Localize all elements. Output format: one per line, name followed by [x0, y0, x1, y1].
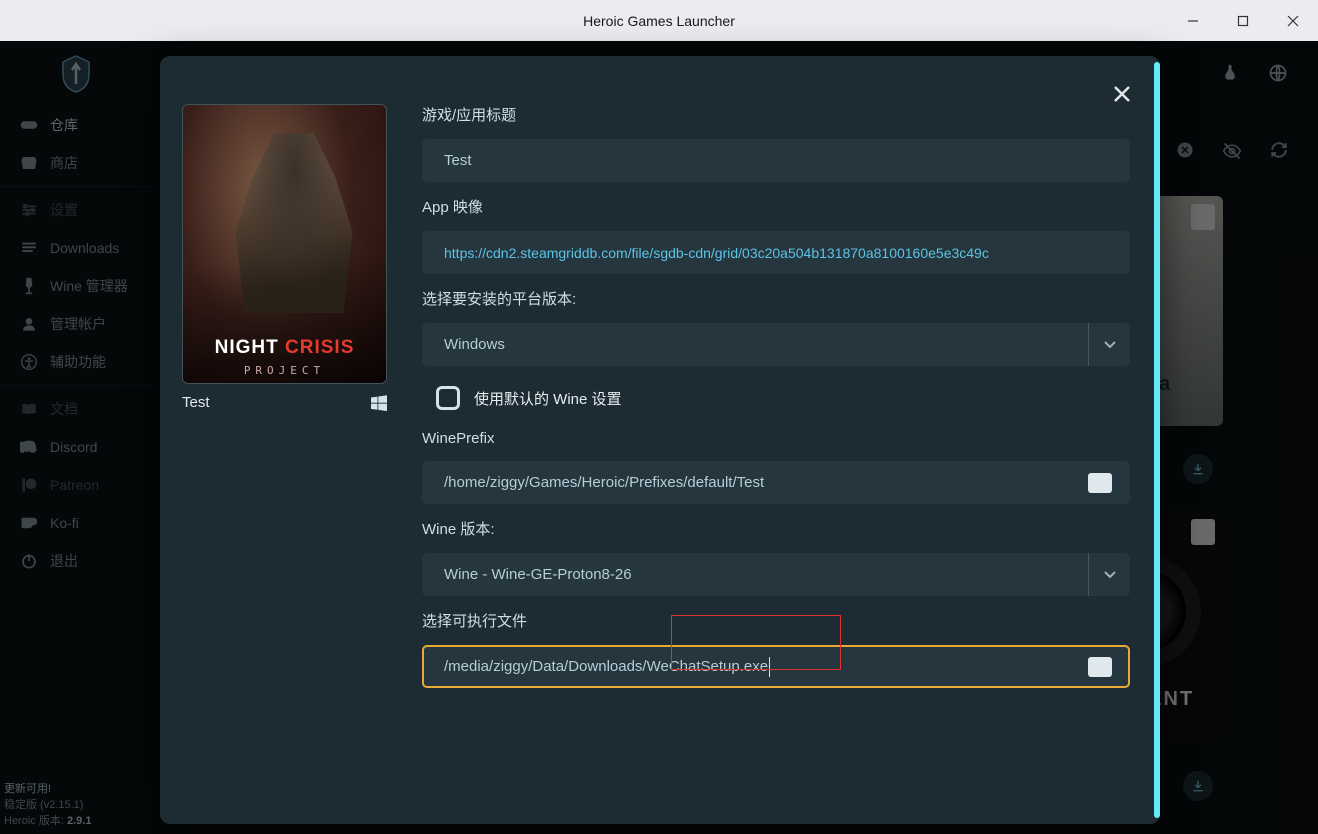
checkbox-icon — [436, 386, 460, 410]
titlebar: Heroic Games Launcher — [0, 0, 1318, 41]
platform-label: 选择要安装的平台版本: — [422, 288, 1130, 309]
minimize-icon — [1187, 15, 1199, 27]
wine-version-label: Wine 版本: — [422, 518, 1130, 539]
cover-column: NIGHT CRISIS PROJECT Test — [182, 104, 387, 808]
app-body: Alba LAMENT 仓库商店设置DownloadsWine 管理器管理帐户辅… — [0, 41, 1318, 834]
folder-icon[interactable] — [1088, 657, 1112, 677]
modal-content: NIGHT CRISIS PROJECT Test 游戏/应用标题 Test A… — [182, 104, 1130, 808]
window-controls — [1168, 0, 1318, 41]
executable-input[interactable]: /media/ziggy/Data/Downloads/WeChatSetup.… — [422, 645, 1130, 688]
add-game-modal: NIGHT CRISIS PROJECT Test 游戏/应用标题 Test A… — [160, 56, 1160, 824]
title-input[interactable]: Test — [422, 139, 1130, 182]
text-cursor — [769, 657, 770, 677]
cover-logo-sub: PROJECT — [183, 364, 386, 377]
cover-game-title: Test — [182, 394, 210, 411]
image-label: App 映像 — [422, 196, 1130, 217]
close-icon — [1287, 15, 1299, 27]
wine-version-select[interactable]: Wine - Wine-GE-Proton8-26 — [422, 553, 1130, 596]
maximize-button[interactable] — [1218, 0, 1268, 41]
close-button[interactable] — [1268, 0, 1318, 41]
executable-input-wrap: /media/ziggy/Data/Downloads/WeChatSetup.… — [422, 645, 1130, 688]
cover-art-image[interactable]: NIGHT CRISIS PROJECT — [182, 104, 387, 384]
modal-scrollbar[interactable] — [1154, 62, 1160, 818]
maximize-icon — [1237, 15, 1249, 27]
image-url-input[interactable]: https://cdn2.steamgriddb.com/file/sgdb-c… — [422, 231, 1130, 274]
chevron-down-icon — [1088, 553, 1130, 596]
cover-title-row: Test — [182, 394, 387, 411]
wineprefix-input[interactable]: /home/ziggy/Games/Heroic/Prefixes/defaul… — [422, 461, 1130, 504]
platform-select[interactable]: Windows — [422, 323, 1130, 366]
cover-logo-text: NIGHT CRISIS — [183, 337, 386, 359]
chevron-down-icon — [1088, 323, 1130, 366]
windows-icon — [371, 395, 387, 411]
minimize-button[interactable] — [1168, 0, 1218, 41]
window-title: Heroic Games Launcher — [583, 13, 735, 29]
form-column: 游戏/应用标题 Test App 映像 https://cdn2.steamgr… — [422, 104, 1130, 808]
folder-icon[interactable] — [1088, 473, 1112, 493]
wineprefix-input-wrap: /home/ziggy/Games/Heroic/Prefixes/defaul… — [422, 461, 1130, 504]
modal-close-button[interactable] — [1110, 82, 1134, 106]
executable-label: 选择可执行文件 — [422, 610, 1130, 631]
default-wine-checkbox[interactable]: 使用默认的 Wine 设置 — [422, 380, 1130, 416]
wineprefix-label: WinePrefix — [422, 430, 1130, 447]
close-icon — [1113, 85, 1131, 103]
title-label: 游戏/应用标题 — [422, 104, 1130, 125]
